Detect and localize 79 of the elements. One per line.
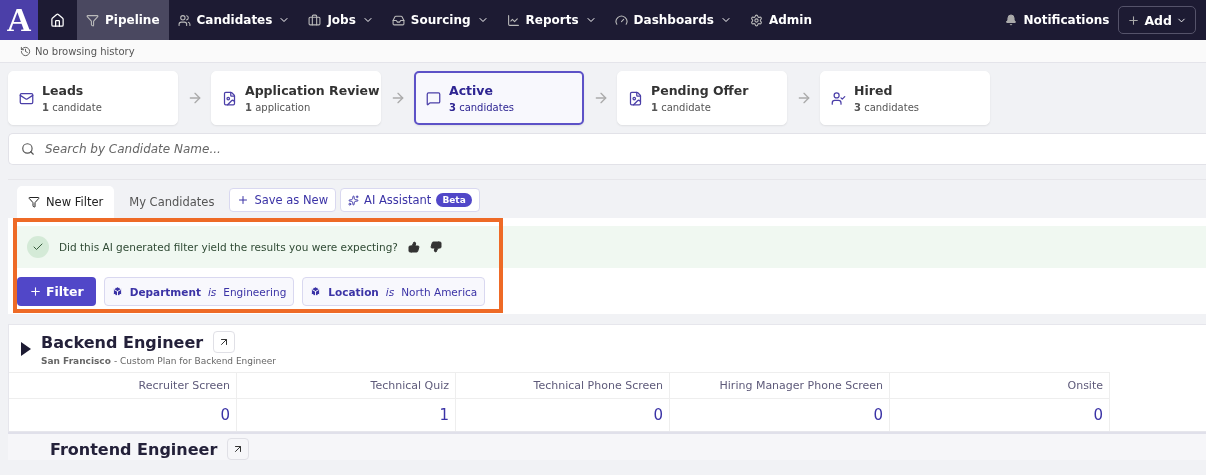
stage-icon (831, 90, 846, 106)
filter-tab[interactable]: New Filter (17, 186, 115, 218)
search-field[interactable]: Search by Candidate Name... (8, 133, 1206, 165)
plus-icon (237, 194, 250, 206)
table-cell[interactable]: 0 (670, 398, 890, 431)
expand-triangle-icon[interactable] (21, 341, 31, 356)
job-title: Backend Engineer (41, 332, 204, 352)
open-link-button[interactable] (227, 438, 250, 460)
stage-icon (222, 90, 237, 106)
plus-icon (29, 285, 42, 298)
notifications-link[interactable]: Notifications (996, 0, 1119, 40)
add-filter-button[interactable]: Filter (17, 277, 96, 306)
stage-icon (19, 90, 34, 106)
logo[interactable]: A (0, 0, 38, 40)
cube-icon (111, 286, 123, 297)
filter-tab[interactable]: My Candidates (118, 186, 226, 218)
stage-card[interactable]: Leads 1 candidate (8, 71, 178, 125)
filter-chip[interactable]: Department is Engineering (103, 277, 295, 306)
inbox-icon (391, 13, 405, 27)
gear-icon (749, 13, 763, 27)
nav-item[interactable]: Candidates (168, 0, 300, 40)
open-link-button[interactable] (213, 331, 236, 353)
save-as-new-button[interactable]: Save as New (229, 188, 337, 212)
stage-card[interactable]: Pending Offer 1 candidate (617, 71, 787, 125)
table-cell[interactable]: 0 (890, 398, 1110, 431)
users-icon (177, 13, 191, 27)
stage-count: 1 application (245, 102, 312, 113)
table-cell[interactable]: 0 (456, 398, 670, 431)
feedback-question: Did this AI generated filter yield the results you were expecting? (59, 241, 398, 253)
thumbs-down-icon[interactable] (429, 241, 442, 253)
stage-count: 3 candidates (449, 102, 514, 113)
stage-title: Active (449, 83, 494, 98)
column-header: Technical Phone Screen (456, 372, 670, 398)
stage-count: 1 candidate (651, 102, 712, 113)
nav-item[interactable]: Jobs (299, 0, 383, 40)
sparkles-icon (348, 194, 360, 206)
nav-item[interactable]: Sourcing (382, 0, 498, 40)
job-location: San Francisco (41, 356, 111, 366)
line-chart-icon (506, 13, 520, 27)
ai-assistant-button[interactable]: AI Assistant Beta (340, 188, 480, 212)
nav-item[interactable]: Pipeline (77, 0, 169, 40)
bell-icon (1005, 14, 1018, 26)
column-header: Technical Quiz (237, 372, 456, 398)
gauge-icon (614, 13, 628, 27)
column-header: Onsite (890, 372, 1110, 398)
add-button[interactable]: Add (1118, 6, 1196, 34)
job-plan: - Custom Plan for Backend Engineer (113, 356, 276, 366)
nav-item[interactable]: Reports (497, 0, 606, 40)
table-cell[interactable]: 0 (9, 398, 237, 431)
table-cell[interactable]: 1 (237, 398, 456, 431)
stage-icon (426, 90, 441, 106)
stage-title: Leads (42, 83, 85, 98)
check-icon (27, 236, 49, 258)
filter-icon (86, 13, 99, 27)
nav-item[interactable]: Admin (740, 0, 821, 40)
filter-icon (28, 196, 40, 208)
stage-card[interactable]: Hired 3 candidates (820, 71, 990, 125)
cube-icon (310, 286, 322, 297)
stage-title: Pending Offer (651, 83, 749, 98)
nav-item[interactable]: Dashboards (605, 0, 741, 40)
filter-chip[interactable]: Location is North America (302, 277, 486, 306)
stage-title: Application Review (245, 83, 380, 98)
job-title: Frontend Engineer (50, 439, 218, 459)
column-header: Hiring Manager Phone Screen (670, 372, 890, 398)
stage-title: Hired (854, 83, 894, 98)
stage-count: 1 candidate (42, 102, 102, 113)
search-input[interactable]: Search by Candidate Name... (43, 141, 1206, 157)
briefcase-icon (308, 13, 322, 27)
thumbs-up-icon[interactable] (407, 241, 420, 253)
search-icon (21, 142, 35, 156)
browsing-history: No browsing history (35, 45, 135, 57)
plus-icon (1127, 13, 1141, 27)
column-header: Recruiter Screen (9, 372, 237, 398)
beta-badge: Beta (436, 193, 472, 207)
history-icon (20, 45, 31, 57)
stage-card[interactable]: Application Review 1 application (211, 71, 381, 125)
stage-count: 3 candidates (854, 102, 919, 113)
stage-icon (628, 90, 643, 106)
stage-card[interactable]: Active 3 candidates (414, 71, 584, 125)
